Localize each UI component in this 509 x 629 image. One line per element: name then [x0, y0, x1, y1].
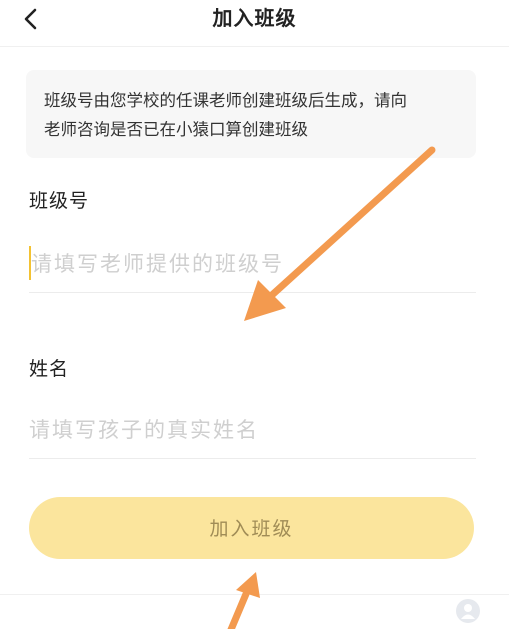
- annotation-arrow-to-input: [244, 146, 436, 321]
- bottom-area: [0, 594, 509, 629]
- info-notice: 班级号由您学校的任课老师创建班级后生成，请向 老师咨询是否已在小猿口算创建班级: [26, 70, 476, 158]
- page-title: 加入班级: [212, 6, 297, 30]
- text-cursor: [29, 246, 31, 280]
- child-name-field: [29, 408, 476, 459]
- class-number-label: 班级号: [29, 190, 90, 212]
- child-name-input[interactable]: [29, 408, 476, 452]
- notice-line-1: 班级号由您学校的任课老师创建班级后生成，请向: [44, 91, 407, 110]
- join-class-screen: 加入班级 班级号由您学校的任课老师创建班级后生成，请向 老师咨询是否已在小猿口算…: [0, 0, 509, 629]
- notice-line-2: 老师咨询是否已在小猿口算创建班级: [44, 120, 308, 139]
- class-number-input[interactable]: [29, 242, 478, 286]
- join-class-button[interactable]: 加入班级: [29, 497, 474, 559]
- name-label: 姓名: [29, 358, 70, 380]
- service-icon[interactable]: [455, 598, 481, 624]
- class-number-field: [29, 242, 478, 293]
- navigation-bar: 加入班级: [0, 0, 509, 47]
